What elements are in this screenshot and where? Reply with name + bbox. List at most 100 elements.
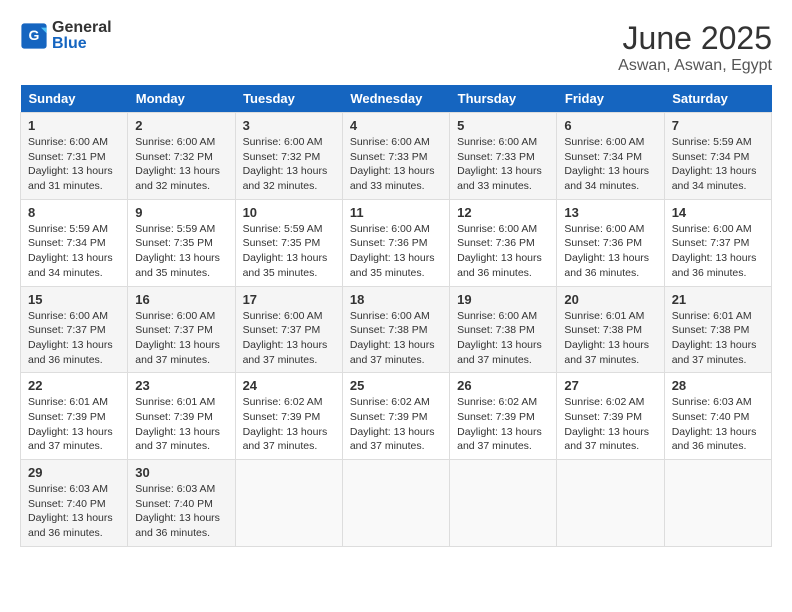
day-info: Sunrise: 5:59 AM Sunset: 7:35 PM Dayligh…	[243, 222, 335, 281]
day-number: 4	[350, 118, 442, 133]
day-number: 11	[350, 205, 442, 220]
day-info: Sunrise: 6:03 AM Sunset: 7:40 PM Dayligh…	[28, 482, 120, 541]
day-number: 19	[457, 292, 549, 307]
calendar-cell: 16Sunrise: 6:00 AM Sunset: 7:37 PM Dayli…	[128, 286, 235, 373]
day-number: 9	[135, 205, 227, 220]
day-info: Sunrise: 6:02 AM Sunset: 7:39 PM Dayligh…	[564, 395, 656, 454]
calendar-cell: 4 Sunrise: 6:00 AM Sunset: 7:33 PM Daylig…	[342, 113, 449, 200]
page-header: G General Blue June 2025 Aswan, Aswan, E…	[20, 20, 772, 75]
day-info: Sunrise: 6:03 AM Sunset: 7:40 PM Dayligh…	[135, 482, 227, 541]
day-info: Sunrise: 5:59 AM Sunset: 7:34 PM Dayligh…	[672, 135, 764, 194]
calendar-cell: 5 Sunrise: 6:00 AM Sunset: 7:33 PM Daylig…	[450, 113, 557, 200]
calendar-cell: 6 Sunrise: 6:00 AM Sunset: 7:34 PM Daylig…	[557, 113, 664, 200]
day-number: 18	[350, 292, 442, 307]
day-info: Sunrise: 6:00 AM Sunset: 7:37 PM Dayligh…	[243, 309, 335, 368]
calendar-cell: 14Sunrise: 6:00 AM Sunset: 7:37 PM Dayli…	[664, 199, 771, 286]
calendar-cell: 15 Sunrise: 6:00 AM Sunset: 7:37 PM Dayli…	[21, 286, 128, 373]
calendar-cell	[450, 460, 557, 547]
day-number: 25	[350, 378, 442, 393]
calendar-cell: 27 Sunrise: 6:02 AM Sunset: 7:39 PM Dayli…	[557, 373, 664, 460]
day-info: Sunrise: 5:59 AM Sunset: 7:34 PM Dayligh…	[28, 222, 120, 281]
day-number: 6	[564, 118, 656, 133]
day-info: Sunrise: 6:01 AM Sunset: 7:39 PM Dayligh…	[28, 395, 120, 454]
day-info: Sunrise: 6:00 AM Sunset: 7:36 PM Dayligh…	[350, 222, 442, 281]
title-block: June 2025 Aswan, Aswan, Egypt	[618, 20, 772, 75]
day-number: 30	[135, 465, 227, 480]
calendar-cell: 12 Sunrise: 6:00 AM Sunset: 7:36 PM Dayli…	[450, 199, 557, 286]
day-number: 26	[457, 378, 549, 393]
calendar-body: 1 Sunrise: 6:00 AM Sunset: 7:31 PM Daylig…	[21, 113, 772, 547]
calendar-week-3: 15 Sunrise: 6:00 AM Sunset: 7:37 PM Dayli…	[21, 286, 772, 373]
calendar-cell	[342, 460, 449, 547]
calendar-cell	[664, 460, 771, 547]
day-info: Sunrise: 6:00 AM Sunset: 7:36 PM Dayligh…	[564, 222, 656, 281]
day-info: Sunrise: 6:00 AM Sunset: 7:32 PM Dayligh…	[243, 135, 335, 194]
day-info: Sunrise: 5:59 AM Sunset: 7:35 PM Dayligh…	[135, 222, 227, 281]
calendar-cell: 18 Sunrise: 6:00 AM Sunset: 7:38 PM Dayli…	[342, 286, 449, 373]
day-info: Sunrise: 6:00 AM Sunset: 7:31 PM Dayligh…	[28, 135, 120, 194]
calendar-cell: 13 Sunrise: 6:00 AM Sunset: 7:36 PM Dayli…	[557, 199, 664, 286]
header-saturday: Saturday	[664, 85, 771, 113]
day-info: Sunrise: 6:02 AM Sunset: 7:39 PM Dayligh…	[350, 395, 442, 454]
day-number: 1	[28, 118, 120, 133]
day-number: 2	[135, 118, 227, 133]
day-number: 7	[672, 118, 764, 133]
calendar-week-5: 29Sunrise: 6:03 AM Sunset: 7:40 PM Dayli…	[21, 460, 772, 547]
calendar-cell: 3Sunrise: 6:00 AM Sunset: 7:32 PM Daylig…	[235, 113, 342, 200]
day-info: Sunrise: 6:00 AM Sunset: 7:37 PM Dayligh…	[135, 309, 227, 368]
calendar-week-1: 1 Sunrise: 6:00 AM Sunset: 7:31 PM Daylig…	[21, 113, 772, 200]
day-info: Sunrise: 6:00 AM Sunset: 7:38 PM Dayligh…	[350, 309, 442, 368]
day-info: Sunrise: 6:02 AM Sunset: 7:39 PM Dayligh…	[457, 395, 549, 454]
day-number: 28	[672, 378, 764, 393]
day-info: Sunrise: 6:00 AM Sunset: 7:36 PM Dayligh…	[457, 222, 549, 281]
day-number: 24	[243, 378, 335, 393]
day-info: Sunrise: 6:00 AM Sunset: 7:33 PM Dayligh…	[350, 135, 442, 194]
calendar-subtitle: Aswan, Aswan, Egypt	[618, 57, 772, 75]
day-info: Sunrise: 6:01 AM Sunset: 7:39 PM Dayligh…	[135, 395, 227, 454]
calendar-title: June 2025	[618, 20, 772, 57]
calendar-cell: 1 Sunrise: 6:00 AM Sunset: 7:31 PM Daylig…	[21, 113, 128, 200]
calendar-cell	[235, 460, 342, 547]
day-info: Sunrise: 6:01 AM Sunset: 7:38 PM Dayligh…	[564, 309, 656, 368]
day-info: Sunrise: 6:00 AM Sunset: 7:37 PM Dayligh…	[28, 309, 120, 368]
calendar-cell: 9 Sunrise: 5:59 AM Sunset: 7:35 PM Daylig…	[128, 199, 235, 286]
day-number: 23	[135, 378, 227, 393]
day-number: 17	[243, 292, 335, 307]
day-number: 5	[457, 118, 549, 133]
calendar-cell: 30 Sunrise: 6:03 AM Sunset: 7:40 PM Dayli…	[128, 460, 235, 547]
day-number: 12	[457, 205, 549, 220]
header-thursday: Thursday	[450, 85, 557, 113]
day-number: 22	[28, 378, 120, 393]
calendar-cell: 26 Sunrise: 6:02 AM Sunset: 7:39 PM Dayli…	[450, 373, 557, 460]
calendar-table: Sunday Monday Tuesday Wednesday Thursday…	[20, 85, 772, 547]
day-number: 15	[28, 292, 120, 307]
day-info: Sunrise: 6:00 AM Sunset: 7:32 PM Dayligh…	[135, 135, 227, 194]
calendar-week-4: 22 Sunrise: 6:01 AM Sunset: 7:39 PM Dayli…	[21, 373, 772, 460]
calendar-cell: 28 Sunrise: 6:03 AM Sunset: 7:40 PM Dayli…	[664, 373, 771, 460]
day-number: 8	[28, 205, 120, 220]
day-info: Sunrise: 6:00 AM Sunset: 7:38 PM Dayligh…	[457, 309, 549, 368]
calendar-cell: 10Sunrise: 5:59 AM Sunset: 7:35 PM Dayli…	[235, 199, 342, 286]
day-info: Sunrise: 6:01 AM Sunset: 7:38 PM Dayligh…	[672, 309, 764, 368]
header-row: Sunday Monday Tuesday Wednesday Thursday…	[21, 85, 772, 113]
header-friday: Friday	[557, 85, 664, 113]
day-info: Sunrise: 6:00 AM Sunset: 7:33 PM Dayligh…	[457, 135, 549, 194]
calendar-cell: 8 Sunrise: 5:59 AM Sunset: 7:34 PM Daylig…	[21, 199, 128, 286]
day-number: 13	[564, 205, 656, 220]
calendar-cell: 2 Sunrise: 6:00 AM Sunset: 7:32 PM Daylig…	[128, 113, 235, 200]
day-info: Sunrise: 6:00 AM Sunset: 7:34 PM Dayligh…	[564, 135, 656, 194]
header-wednesday: Wednesday	[342, 85, 449, 113]
day-info: Sunrise: 6:03 AM Sunset: 7:40 PM Dayligh…	[672, 395, 764, 454]
logo-icon: G	[20, 22, 48, 50]
calendar-cell: 25 Sunrise: 6:02 AM Sunset: 7:39 PM Dayli…	[342, 373, 449, 460]
day-number: 27	[564, 378, 656, 393]
day-number: 14	[672, 205, 764, 220]
calendar-cell: 20Sunrise: 6:01 AM Sunset: 7:38 PM Dayli…	[557, 286, 664, 373]
calendar-week-2: 8 Sunrise: 5:59 AM Sunset: 7:34 PM Daylig…	[21, 199, 772, 286]
calendar-cell: 17 Sunrise: 6:00 AM Sunset: 7:37 PM Dayli…	[235, 286, 342, 373]
calendar-cell: 21 Sunrise: 6:01 AM Sunset: 7:38 PM Dayli…	[664, 286, 771, 373]
logo-general: General	[52, 19, 112, 36]
header-monday: Monday	[128, 85, 235, 113]
day-number: 21	[672, 292, 764, 307]
header-sunday: Sunday	[21, 85, 128, 113]
